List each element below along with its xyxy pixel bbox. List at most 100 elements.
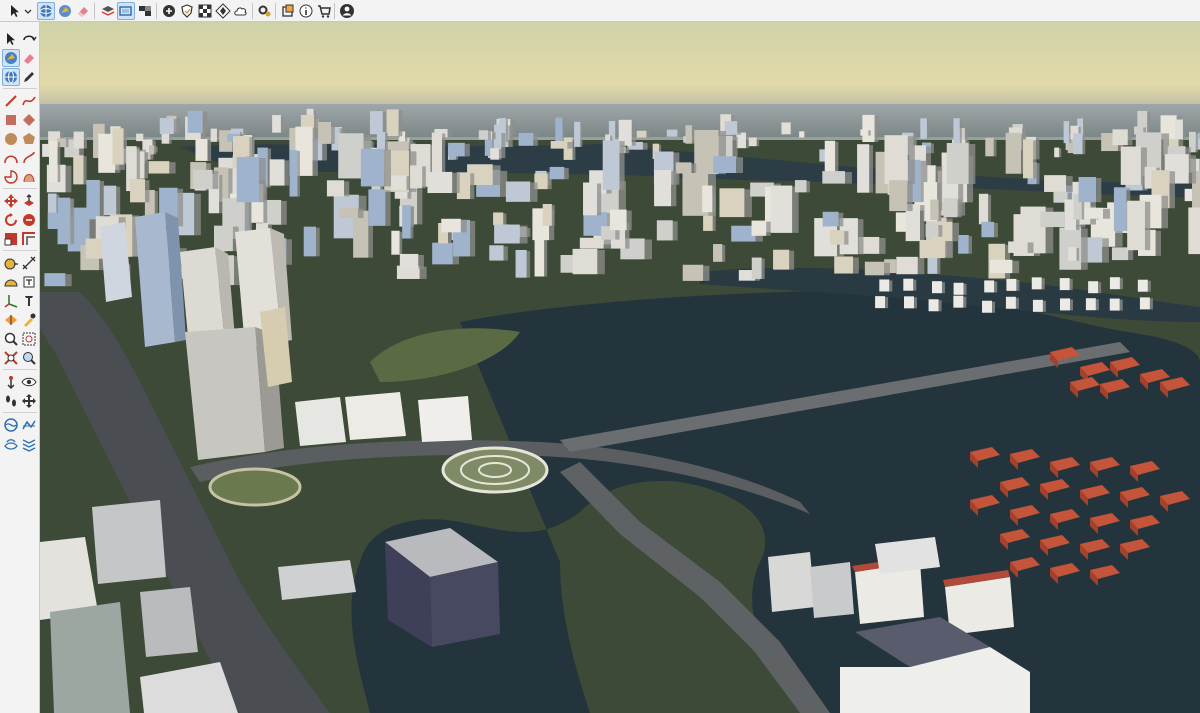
scale-tool-button[interactable] xyxy=(2,230,20,248)
model-viewport[interactable] xyxy=(40,22,1200,713)
city-model-scene xyxy=(40,22,1200,713)
cloud-tool-button[interactable] xyxy=(232,2,250,20)
rotated-rect-tool-button[interactable] xyxy=(20,111,38,129)
look-around-tool-button[interactable] xyxy=(20,373,38,391)
round-plaza xyxy=(208,467,302,507)
city-building xyxy=(236,157,259,203)
distant-building xyxy=(136,133,144,142)
orbit-tool-button[interactable] xyxy=(20,30,38,48)
drape-tool-button[interactable] xyxy=(20,435,38,453)
left-toolbar xyxy=(0,22,40,713)
tape-measure-tool-button[interactable] xyxy=(2,254,20,272)
distant-building xyxy=(187,110,203,133)
pencil-tool-button[interactable] xyxy=(20,68,38,86)
city-building xyxy=(572,248,598,275)
layers-tool-button[interactable] xyxy=(99,2,117,20)
arc-2pt-tool-button[interactable] xyxy=(20,149,38,167)
globe-tool-button[interactable] xyxy=(2,68,20,86)
paint-bucket-tool-button[interactable] xyxy=(56,2,74,20)
rectangle-tool-button[interactable] xyxy=(2,111,20,129)
share-tool-button[interactable] xyxy=(279,2,297,20)
polygon-icon xyxy=(23,133,35,144)
move-tool-button[interactable] xyxy=(2,192,20,210)
paint-tool-button[interactable] xyxy=(2,49,20,67)
circle-tool-button[interactable] xyxy=(2,130,20,148)
zoom-extents-tool-button[interactable] xyxy=(2,349,20,367)
distant-building xyxy=(1063,121,1070,144)
top-toolbar xyxy=(0,0,1200,22)
dimension-tool-button[interactable] xyxy=(20,254,38,272)
white-villa xyxy=(1031,277,1042,290)
protractor-tool-button[interactable] xyxy=(2,273,20,291)
orbit-3d-tool-button[interactable] xyxy=(37,2,55,20)
arc-3pt-tool-button[interactable] xyxy=(20,168,38,186)
city-building xyxy=(822,171,846,184)
followme-tool-button[interactable] xyxy=(20,211,38,229)
axes-tool-button[interactable] xyxy=(2,292,20,310)
extension-manager-tool-button[interactable] xyxy=(256,2,274,20)
freehand-tool-button[interactable] xyxy=(20,92,38,110)
white-villa xyxy=(1032,299,1043,312)
white-villa xyxy=(1109,277,1120,290)
previous-view-tool-button[interactable] xyxy=(20,349,38,367)
eraser-tool-button-left[interactable] xyxy=(20,49,38,67)
city-building xyxy=(399,253,419,269)
city-building xyxy=(1111,247,1129,261)
texture-tool-button[interactable] xyxy=(214,2,232,20)
city-building xyxy=(338,133,364,179)
pan-tool-button[interactable] xyxy=(20,392,38,410)
polygon-tool-button[interactable] xyxy=(20,130,38,148)
scenes-tool-button[interactable] xyxy=(117,2,135,20)
distant-building xyxy=(1054,147,1060,158)
white-villa xyxy=(1137,279,1148,292)
city-building xyxy=(542,204,552,226)
white-villa xyxy=(953,282,964,295)
city-building xyxy=(682,264,704,281)
eraser-tool-button[interactable] xyxy=(74,2,92,20)
arc-tool-button[interactable] xyxy=(2,149,20,167)
stamp-tool-button[interactable] xyxy=(2,435,20,453)
distant-building xyxy=(210,128,217,142)
select-dropdown-button[interactable] xyxy=(22,2,34,20)
walk-icon xyxy=(6,395,16,407)
arc-2pt-icon xyxy=(23,151,35,164)
info-tool-button[interactable] xyxy=(297,2,315,20)
pushpull-tool-button[interactable] xyxy=(20,192,38,210)
city-building xyxy=(751,257,762,279)
3d-text-tool-button[interactable] xyxy=(20,292,38,310)
warehouse-tool-button[interactable] xyxy=(315,2,333,20)
position-camera-tool-button[interactable] xyxy=(2,373,20,391)
city-building xyxy=(1044,175,1067,192)
offset-tool-button[interactable] xyxy=(20,230,38,248)
distant-building xyxy=(985,137,994,157)
add-location-tool-button[interactable] xyxy=(160,2,178,20)
rotate-tool-button[interactable] xyxy=(2,211,20,229)
select-tool-button-left[interactable] xyxy=(2,30,20,48)
city-building xyxy=(654,169,672,207)
pie-tool-button[interactable] xyxy=(2,168,20,186)
paint-sample-tool-button[interactable] xyxy=(20,311,38,329)
city-building xyxy=(857,144,870,193)
distant-building xyxy=(490,148,499,160)
zoom-window-tool-button[interactable] xyxy=(20,330,38,348)
city-building xyxy=(822,211,839,227)
walk-tool-button[interactable] xyxy=(2,392,20,410)
city-building xyxy=(505,181,531,202)
text-tool-button[interactable] xyxy=(20,273,38,291)
zoom-tool-button[interactable] xyxy=(2,330,20,348)
city-building xyxy=(326,180,345,197)
city-building xyxy=(441,218,461,233)
shield-tool-button[interactable] xyxy=(178,2,196,20)
distant-building xyxy=(550,140,568,149)
checker-tool-button[interactable] xyxy=(196,2,214,20)
smoove-tool-button[interactable] xyxy=(20,416,38,434)
styles-tool-button[interactable] xyxy=(136,2,154,20)
city-building xyxy=(824,140,836,176)
section-plane-tool-button[interactable] xyxy=(2,311,20,329)
white-villa xyxy=(1005,296,1016,309)
layers-icon xyxy=(101,6,115,16)
sandbox-tool-button[interactable] xyxy=(2,416,20,434)
city-building xyxy=(269,159,285,186)
line-tool-button[interactable] xyxy=(2,92,20,110)
account-tool-button[interactable] xyxy=(338,2,356,20)
